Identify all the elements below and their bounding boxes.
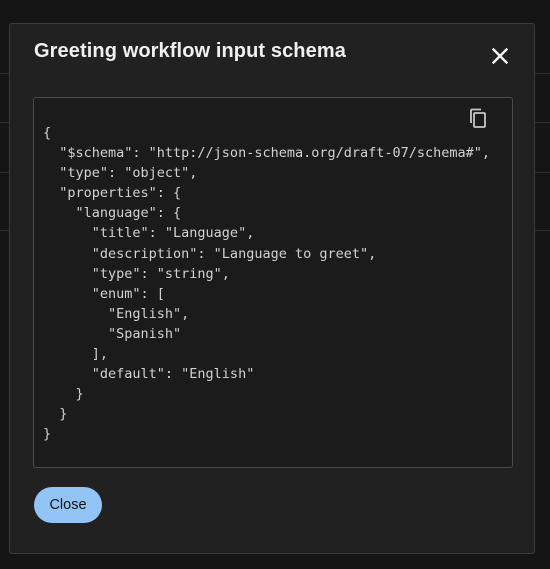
code-viewer: { "$schema": "http://json-schema.org/dra… <box>33 97 513 468</box>
close-icon[interactable] <box>488 44 512 68</box>
close-button[interactable]: Close <box>34 487 102 523</box>
schema-modal: Greeting workflow input schema { "$schem… <box>9 23 535 554</box>
schema-code: { "$schema": "http://json-schema.org/dra… <box>43 125 491 443</box>
modal-title: Greeting workflow input schema <box>34 40 346 62</box>
